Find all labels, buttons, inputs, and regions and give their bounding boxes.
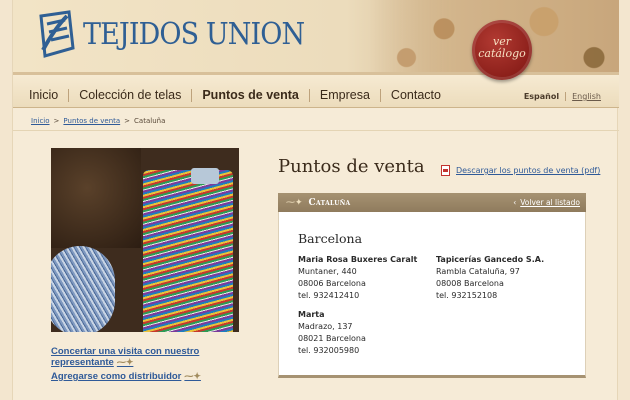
breadcrumb-puntos[interactable]: Puntos de venta xyxy=(63,117,120,125)
store-postal: 08006 Barcelona xyxy=(298,279,366,288)
region-header: ⁓✦ Cataluña ‹ Volver al listado xyxy=(278,193,586,212)
store-phone: tel. 932152108 xyxy=(436,291,498,300)
yarn-cones-photo xyxy=(51,148,239,332)
store-entry: Tapicerías Gancedo S.A. Rambla Cataluña,… xyxy=(436,254,544,302)
tu-monogram-icon[interactable] xyxy=(33,10,77,60)
download-pdf-link[interactable]: Descargar los puntos de venta (pdf) xyxy=(441,165,600,176)
store-name: Marta xyxy=(298,310,325,319)
multicolor-yarn-cone xyxy=(143,170,233,332)
store-name: Tapicerías Gancedo S.A. xyxy=(436,255,545,264)
store-address: Madrazo, 137 xyxy=(298,322,353,331)
breadcrumb: Inicio > Puntos de venta > Cataluña xyxy=(31,117,165,125)
lang-es[interactable]: Español xyxy=(524,92,567,101)
breadcrumb-inicio[interactable]: Inicio xyxy=(31,117,50,125)
nav-item-inicio[interactable]: Inicio xyxy=(29,89,68,102)
sprig-ornament-icon: ⁓✦ xyxy=(184,371,201,381)
city-heading: Barcelona xyxy=(298,231,363,246)
nav-item-contacto[interactable]: Contacto xyxy=(379,89,451,102)
nav-item-puntos-de-venta[interactable]: Puntos de venta xyxy=(191,89,309,102)
store-entry: Marta Madrazo, 137 08021 Barcelona tel. … xyxy=(298,309,366,357)
main-nav: Inicio Colección de telas Puntos de vent… xyxy=(13,72,619,108)
region-title: Cataluña xyxy=(308,197,351,208)
sprig-ornament-icon: ⁓✦ xyxy=(286,197,303,208)
store-entry: Maria Rosa Buxeres Caralt Muntaner, 440 … xyxy=(298,254,417,302)
store-postal: 08021 Barcelona xyxy=(298,334,366,343)
breadcrumb-sep: > xyxy=(53,117,60,125)
breadcrumb-sep: > xyxy=(124,117,131,125)
lang-en[interactable]: English xyxy=(566,92,601,101)
page-title: Puntos de venta xyxy=(278,156,425,177)
store-address: Rambla Cataluña, 97 xyxy=(436,267,520,276)
divider xyxy=(13,130,619,131)
catalog-seal-button[interactable]: ver catálogo xyxy=(472,20,532,80)
breadcrumb-current: Cataluña xyxy=(134,117,166,125)
brand-name[interactable]: TEJIDOS UNION xyxy=(83,17,305,52)
pdf-icon xyxy=(441,165,450,176)
nav-item-empresa[interactable]: Empresa xyxy=(308,89,380,102)
store-address: Muntaner, 440 xyxy=(298,267,357,276)
seal-line-2: catálogo xyxy=(478,47,526,60)
store-name: Maria Rosa Buxeres Caralt xyxy=(298,255,418,264)
store-phone: tel. 932005980 xyxy=(298,346,360,355)
store-postal: 08008 Barcelona xyxy=(436,279,504,288)
blue-yarn-spool xyxy=(51,246,115,332)
language-switcher: Español English xyxy=(524,92,601,101)
stores-panel: Barcelona Maria Rosa Buxeres Caralt Munt… xyxy=(278,212,586,378)
visit-representative-link[interactable]: Concertar una visita con nuestro represe… xyxy=(51,346,199,368)
chevron-left-icon: ‹ xyxy=(513,198,517,207)
nav-item-coleccion[interactable]: Colección de telas xyxy=(68,89,191,102)
page-frame: TEJIDOS UNION ver catálogo Inicio Colecc… xyxy=(12,0,619,400)
become-distributor-link[interactable]: Agregarse como distribuidor ⁓✦ xyxy=(51,371,201,382)
back-to-list-link[interactable]: ‹ Volver al listado xyxy=(513,198,580,207)
store-phone: tel. 932412410 xyxy=(298,291,360,300)
sprig-ornament-icon: ⁓✦ xyxy=(116,357,134,367)
